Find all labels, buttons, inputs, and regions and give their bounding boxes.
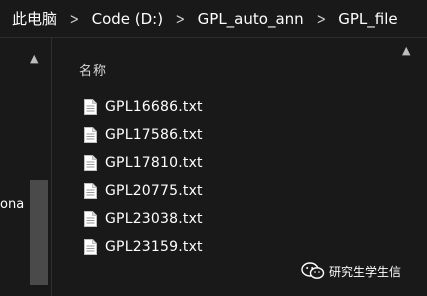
text-file-icon	[84, 127, 97, 143]
navigation-scrollbar-thumb[interactable]	[30, 180, 48, 285]
file-name: GPL17586.txt	[105, 127, 203, 143]
file-name: GPL16686.txt	[105, 99, 203, 115]
breadcrumb-this-pc[interactable]: 此电脑	[12, 8, 57, 29]
file-name: GPL23159.txt	[105, 239, 203, 255]
file-item[interactable]: GPL23038.txt	[84, 208, 203, 230]
file-item[interactable]: GPL20775.txt	[84, 180, 203, 202]
breadcrumb-code-drive[interactable]: Code (D:)	[92, 10, 163, 28]
file-item[interactable]: GPL17810.txt	[84, 152, 203, 174]
text-file-icon	[84, 239, 97, 255]
text-file-icon	[84, 155, 97, 171]
column-header-name[interactable]: 名称	[79, 60, 107, 79]
file-item[interactable]: GPL16686.txt	[84, 96, 203, 118]
file-item[interactable]: GPL17586.txt	[84, 124, 203, 146]
scroll-up-arrow-icon[interactable]: ▲	[402, 44, 410, 57]
address-bar[interactable]: 此电脑 > Code (D:) > GPL_auto_ann > GPL_fil…	[0, 0, 427, 38]
wechat-icon	[301, 262, 325, 279]
chevron-right-icon[interactable]: >	[176, 10, 185, 28]
file-name: GPL23038.txt	[105, 211, 203, 227]
text-file-icon	[84, 99, 97, 115]
chevron-right-icon[interactable]: >	[316, 10, 325, 28]
breadcrumb-gpl-auto-ann[interactable]: GPL_auto_ann	[198, 10, 304, 28]
scroll-up-arrow-icon[interactable]: ▲	[30, 52, 38, 65]
chevron-right-icon[interactable]: >	[70, 10, 79, 28]
file-name: GPL17810.txt	[105, 155, 203, 171]
watermark-text: 研究生学生信	[329, 264, 402, 279]
file-name: GPL20775.txt	[105, 183, 203, 199]
pane-divider[interactable]	[51, 38, 52, 296]
navigation-item-label[interactable]: ona	[0, 197, 24, 212]
watermark: 研究生学生信	[301, 262, 401, 280]
text-file-icon	[84, 211, 97, 227]
file-item[interactable]: GPL23159.txt	[84, 236, 203, 258]
text-file-icon	[84, 183, 97, 199]
breadcrumb-gpl-file[interactable]: GPL_file	[338, 10, 397, 28]
